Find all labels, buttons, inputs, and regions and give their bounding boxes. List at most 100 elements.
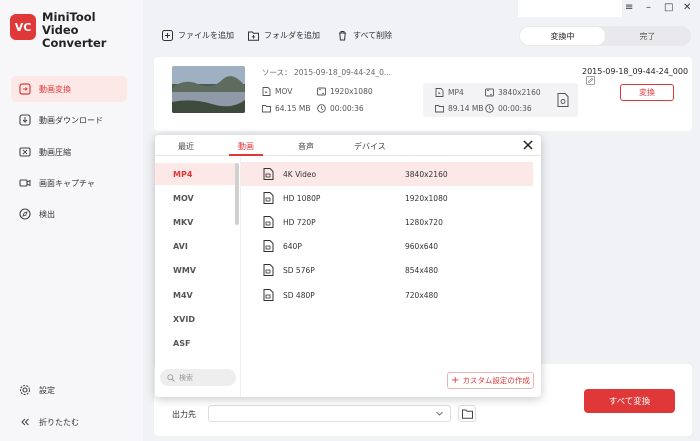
clock-icon: [485, 104, 494, 113]
preset-row[interactable]: SD 480P 720x480: [241, 283, 533, 307]
tab-recent[interactable]: 最近: [178, 141, 194, 152]
close-icon[interactable]: [522, 139, 534, 151]
maximize-button[interactable]: □: [664, 2, 673, 13]
sidebar-item-label: 動画変換: [39, 84, 71, 94]
format-search-input[interactable]: 検索: [160, 369, 236, 386]
format-item-mkv[interactable]: MKV: [155, 211, 235, 233]
gear-icon: [19, 384, 31, 396]
format-item-wmv[interactable]: WMV: [155, 259, 235, 281]
sidebar-item-label: 動画圧縮: [39, 147, 71, 157]
sidebar-item-label: 検出: [39, 209, 55, 219]
resolution-icon: [317, 87, 326, 96]
create-custom-button[interactable]: + カスタム設定の作成: [447, 372, 534, 389]
src-format: MOV: [262, 87, 292, 96]
add-folder-button[interactable]: フォルダを追加: [248, 30, 320, 41]
sidebar-item-video-convert[interactable]: 動画変換: [11, 76, 127, 102]
plus-icon: +: [451, 374, 460, 386]
convert-button[interactable]: 変換: [620, 84, 674, 101]
output-label: 出力先: [172, 410, 196, 419]
tab-converting[interactable]: 変換中: [520, 27, 605, 45]
collapse-label: 折りたたむ: [39, 417, 79, 427]
search-icon: [167, 373, 175, 382]
output-settings-icon[interactable]: [557, 93, 569, 107]
active-tab-underline: [229, 154, 263, 156]
preset-video-icon: [263, 216, 274, 228]
compress-icon: [19, 146, 31, 158]
resolution-icon: [485, 88, 494, 97]
preset-video-icon: [263, 289, 274, 301]
folder-icon: [461, 409, 473, 419]
format-list: MP4 MOV MKV AVI WMV M4V XVID ASF 検索: [155, 157, 241, 397]
preset-video-icon: [263, 240, 274, 252]
edit-icon[interactable]: [586, 76, 595, 85]
tab-device[interactable]: デバイス: [354, 141, 386, 152]
preset-row[interactable]: SD 576P 854x480: [241, 258, 533, 282]
collapse-button[interactable]: 折りたたむ: [11, 409, 127, 435]
preset-row[interactable]: 640P 960x640: [241, 234, 533, 258]
clock-icon: [317, 104, 326, 113]
src-size: 64.15 MB: [262, 104, 310, 113]
out-duration: 00:00:36: [485, 104, 532, 113]
add-folder-icon: [248, 30, 259, 41]
format-item-mov[interactable]: MOV: [155, 187, 235, 209]
file-video-icon: [262, 87, 271, 96]
src-resolution: 1920x1080: [317, 87, 373, 96]
double-chevron-left-icon: [19, 416, 31, 428]
out-resolution: 3840x2160: [485, 88, 541, 97]
preset-row[interactable]: HD 1080P 1920x1080: [241, 186, 533, 210]
delete-all-button[interactable]: すべて削除: [337, 30, 392, 41]
format-item-asf[interactable]: ASF: [155, 332, 235, 354]
sidebar-item-compress[interactable]: 動画圧縮: [11, 139, 127, 165]
trash-icon: [337, 30, 348, 41]
browse-folder-button[interactable]: [458, 405, 476, 422]
src-duration: 00:00:36: [317, 104, 364, 113]
convert-all-button[interactable]: すべて変換: [584, 389, 675, 413]
menu-icon[interactable]: ≡: [625, 2, 633, 13]
add-file-label: ファイルを追加: [178, 31, 234, 40]
format-item-xvid[interactable]: XVID: [155, 308, 235, 330]
camera-icon: [19, 177, 31, 189]
preset-row[interactable]: HD 720P 1280x720: [241, 210, 533, 234]
preset-row[interactable]: 4K Video 3840x2160: [241, 162, 533, 186]
format-popup: 最近 動画 音声 デバイス MP4 MOV MKV AVI WMV M4V XV…: [155, 135, 541, 397]
delete-all-label: すべて削除: [353, 31, 393, 40]
close-window-button[interactable]: ✕: [683, 2, 691, 13]
format-scrollbar[interactable]: [235, 163, 239, 225]
output-path-select[interactable]: [208, 405, 451, 422]
sidebar-item-label: 画面キャプチャ: [39, 178, 95, 188]
add-folder-label: フォルダを追加: [264, 31, 320, 40]
compass-icon: [19, 208, 31, 220]
app-logo: VC: [10, 14, 36, 40]
sidebar-item-label: 動画ダウンロード: [39, 115, 103, 125]
source-label: ソース：: [262, 68, 292, 77]
sidebar-item-download[interactable]: 動画ダウンロード: [11, 107, 127, 133]
format-item-m4v[interactable]: M4V: [155, 284, 235, 306]
tab-done[interactable]: 完了: [605, 27, 690, 45]
minimize-button[interactable]: –: [646, 2, 651, 13]
sidebar-item-discover[interactable]: 検出: [11, 201, 127, 227]
tab-video[interactable]: 動画: [238, 141, 254, 152]
brand-line2: Video Converter: [42, 23, 107, 50]
source-filename: 2015-09-18_09-44-24_0...: [294, 68, 392, 77]
add-file-button[interactable]: ファイルを追加: [162, 30, 234, 41]
folder-icon: [262, 104, 271, 113]
settings-button[interactable]: 設定: [11, 377, 127, 403]
status-tabs: 変換中 完了: [519, 26, 691, 46]
file-video-icon: [435, 88, 444, 97]
output-line: 2015-09-18_09-44-24_000: [582, 67, 692, 85]
video-thumbnail[interactable]: [172, 66, 245, 113]
format-item-avi[interactable]: AVI: [155, 235, 235, 257]
output-settings-box[interactable]: MP4 3840x2160 89.14 MB 00:00:36: [423, 83, 578, 117]
tab-audio[interactable]: 音声: [298, 141, 314, 152]
settings-label: 設定: [39, 385, 55, 395]
format-item-mp4[interactable]: MP4: [155, 163, 235, 185]
add-file-icon: [162, 30, 173, 41]
preset-video-icon: [263, 192, 274, 204]
title-search-box[interactable]: [518, 0, 622, 17]
app-brand: MiniTool Video Converter: [42, 11, 143, 50]
video-convert-icon: [19, 83, 31, 95]
search-placeholder: 検索: [179, 373, 193, 382]
popup-tabs: 最近 動画 音声 デバイス: [155, 135, 541, 156]
sidebar-item-screen-capture[interactable]: 画面キャプチャ: [11, 170, 127, 196]
folder-icon: [435, 104, 444, 113]
